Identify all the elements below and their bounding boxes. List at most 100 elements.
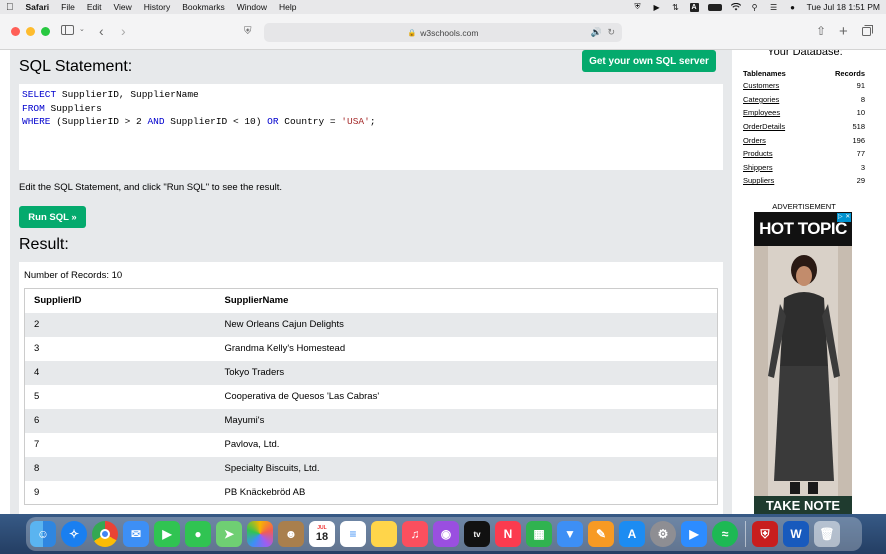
address-bar[interactable]: 🔒 w3schools.com 🔊 ↻	[264, 23, 622, 42]
safari-icon[interactable]: ✧	[61, 521, 87, 547]
zoom-window-button[interactable]	[41, 27, 50, 36]
menu-edit[interactable]: Edit	[87, 2, 102, 12]
address-bar-url: w3schools.com	[420, 27, 479, 38]
desktop-background: ☺ ✧ ✉ ▶ ● ➤ ☻ JUL 18 ≡ ♫ ◉ tv N ▦ ▼ ✎ A ⚙…	[0, 514, 886, 554]
contacts-icon[interactable]: ☻	[278, 521, 304, 547]
menu-history[interactable]: History	[144, 2, 170, 12]
privacy-shield-icon[interactable]: ⛨	[244, 26, 252, 37]
facetime-icon[interactable]: ▶	[154, 521, 180, 547]
spotify-icon[interactable]: ≈	[712, 521, 738, 547]
db-table-link-categories[interactable]: Categories	[743, 95, 779, 104]
menu-window[interactable]: Window	[237, 2, 267, 12]
table-cell: 9	[24, 480, 216, 505]
wifi-icon[interactable]	[730, 3, 741, 11]
control-center-icon[interactable]: ☰	[769, 3, 779, 12]
main-content: SQL Statement: Get your own SQL server S…	[10, 50, 732, 514]
mail-icon[interactable]: ✉	[123, 521, 149, 547]
table-row: 9 PB Knäckebröd AB	[24, 480, 718, 505]
table-row: 3 Grandma Kelly's Homestead	[24, 336, 718, 361]
forward-icon[interactable]: ›	[121, 23, 126, 39]
get-sql-server-button[interactable]: Get your own SQL server	[582, 50, 716, 72]
zoom-icon[interactable]: ▶	[681, 521, 707, 547]
podcasts-icon[interactable]: ◉	[433, 521, 459, 547]
edit-hint-text: Edit the SQL Statement, and click "Run S…	[19, 182, 283, 193]
menu-file[interactable]: File	[61, 2, 75, 12]
results-table: SupplierID SupplierName 2 New Orleans Caj…	[24, 288, 718, 505]
table-cell: Tokyo Traders	[215, 360, 718, 385]
sql-text: ;	[369, 116, 376, 127]
db-record-count: 10	[856, 108, 865, 118]
spotlight-search-icon[interactable]: ⚲	[750, 3, 760, 12]
ad-model-image	[754, 246, 852, 496]
vpn-icon[interactable]: ⛨	[752, 521, 778, 547]
menu-bookmarks[interactable]: Bookmarks	[182, 2, 225, 12]
db-table-link-orderdetails[interactable]: OrderDetails	[743, 122, 785, 131]
audio-playing-icon[interactable]: 🔊	[591, 27, 602, 38]
db-record-count: 8	[860, 94, 865, 104]
db-table-link-products[interactable]: Products	[743, 149, 773, 158]
siri-icon[interactable]: ●	[788, 3, 798, 12]
table-row: 6 Mayumi's	[24, 408, 718, 433]
table-cell: 8	[24, 456, 216, 481]
new-tab-icon[interactable]: +	[839, 23, 848, 40]
reminders-icon[interactable]: ≡	[340, 521, 366, 547]
ad-choices-icon[interactable]: ▷ ✕	[837, 213, 851, 222]
appletv-icon[interactable]: tv	[464, 521, 490, 547]
tab-overview-icon[interactable]	[862, 25, 873, 36]
input-source-icon[interactable]: A	[689, 2, 699, 12]
sql-text: (SupplierID > 2	[50, 116, 148, 127]
chrome-icon[interactable]	[92, 521, 118, 547]
menu-help[interactable]: Help	[279, 2, 296, 12]
notes-icon[interactable]	[371, 521, 397, 547]
db-table-link-orders[interactable]: Orders	[743, 136, 766, 145]
web-page: SQL Statement: Get your own SQL server S…	[0, 50, 886, 514]
db-table-link-suppliers[interactable]: Suppliers	[743, 176, 774, 185]
close-window-button[interactable]	[11, 27, 20, 36]
shield-status-icon[interactable]: ⛨	[633, 2, 643, 11]
db-table-row: Customers 91	[743, 79, 865, 93]
play-status-icon[interactable]: ▶	[652, 3, 662, 12]
news-icon[interactable]: N	[495, 521, 521, 547]
advertisement-banner[interactable]: HOT TOPIC ▷ ✕ TAKE NOTE	[754, 212, 852, 514]
trash-icon[interactable]: 🗑	[814, 521, 840, 547]
messages-icon[interactable]: ●	[185, 521, 211, 547]
network-status-icon[interactable]: ⇅	[671, 3, 681, 12]
back-icon[interactable]: ‹	[99, 23, 104, 39]
sql-line-2: FROM Suppliers	[22, 102, 720, 116]
db-table-link-employees[interactable]: Employees	[743, 108, 780, 117]
menubar-clock[interactable]: Tue Jul 18 1:51 PM	[807, 2, 880, 12]
run-sql-button[interactable]: Run SQL »	[19, 206, 86, 228]
db-table-link-customers[interactable]: Customers	[743, 81, 779, 90]
music-icon[interactable]: ♫	[402, 521, 428, 547]
db-table-row: Employees 10	[743, 106, 865, 120]
pages-icon[interactable]: ✎	[588, 521, 614, 547]
appstore-icon[interactable]: A	[619, 521, 645, 547]
calendar-icon[interactable]: JUL 18	[309, 521, 335, 547]
browser-toolbar: ⌄ ‹ › ⛨ 🔒 w3schools.com 🔊 ↻ ⇧ +	[0, 14, 886, 50]
systemsettings-icon[interactable]: ⚙	[650, 521, 676, 547]
sql-keyword: FROM	[22, 102, 45, 114]
macos-menu-bar:  Safari File Edit View History Bookmark…	[0, 0, 886, 14]
maps-icon[interactable]: ➤	[216, 521, 242, 547]
keynote-icon[interactable]: ▼	[557, 521, 583, 547]
sql-editor[interactable]: SELECT SupplierID, SupplierName FROM Sup…	[19, 84, 723, 170]
word-icon[interactable]: W	[783, 521, 809, 547]
numbers-icon[interactable]: ▦	[526, 521, 552, 547]
menu-view[interactable]: View	[113, 2, 131, 12]
chevron-down-icon[interactable]: ⌄	[79, 25, 85, 33]
sidebar-toggle-icon[interactable]	[61, 25, 74, 35]
share-icon[interactable]: ⇧	[816, 24, 826, 38]
table-cell: 4	[24, 360, 216, 385]
apple-menu-icon[interactable]: 	[6, 2, 14, 13]
db-table-link-shippers[interactable]: Shippers	[743, 163, 773, 172]
db-table-row: Suppliers 29	[743, 174, 865, 188]
finder-icon[interactable]: ☺	[30, 521, 56, 547]
battery-icon[interactable]	[707, 3, 722, 11]
table-cell: Pavlova, Ltd.	[215, 432, 718, 457]
menu-app-name[interactable]: Safari	[26, 2, 50, 12]
photos-icon[interactable]	[247, 521, 273, 547]
reload-icon[interactable]: ↻	[607, 27, 615, 38]
db-table-row: Orders 196	[743, 133, 865, 147]
minimize-window-button[interactable]	[26, 27, 35, 36]
db-record-count: 77	[856, 149, 865, 159]
